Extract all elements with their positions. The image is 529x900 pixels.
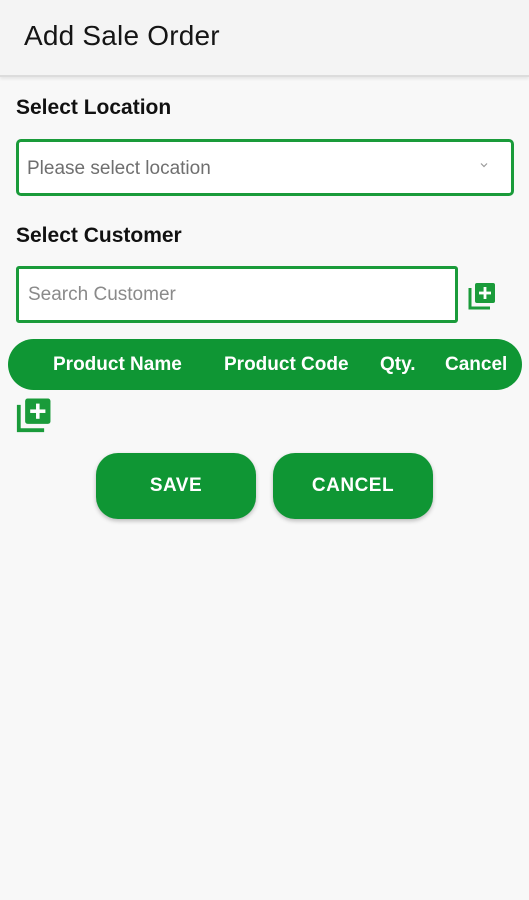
column-product-code: Product Code [224,354,349,375]
column-cancel: Cancel [445,354,508,375]
column-qty: Qty. [380,354,416,375]
select-customer-label: Select Customer [16,224,182,247]
location-dropdown[interactable]: Please select location [16,139,514,196]
cancel-button[interactable]: CANCEL [273,453,433,519]
product-table-header: Product Name Product Code Qty. Cancel [8,339,522,390]
save-button[interactable]: SAVE [96,453,256,519]
add-customer-icon[interactable] [467,281,497,311]
customer-search-field[interactable] [16,266,458,323]
add-product-icon[interactable] [15,396,53,434]
app-bar: Add Sale Order [0,0,529,77]
chevron-down-icon [480,163,488,168]
select-location-label: Select Location [16,96,172,119]
column-product-name: Product Name [53,354,182,375]
customer-search-input[interactable] [19,269,455,320]
page-title: Add Sale Order [24,20,220,51]
location-placeholder: Please select location [27,158,211,179]
